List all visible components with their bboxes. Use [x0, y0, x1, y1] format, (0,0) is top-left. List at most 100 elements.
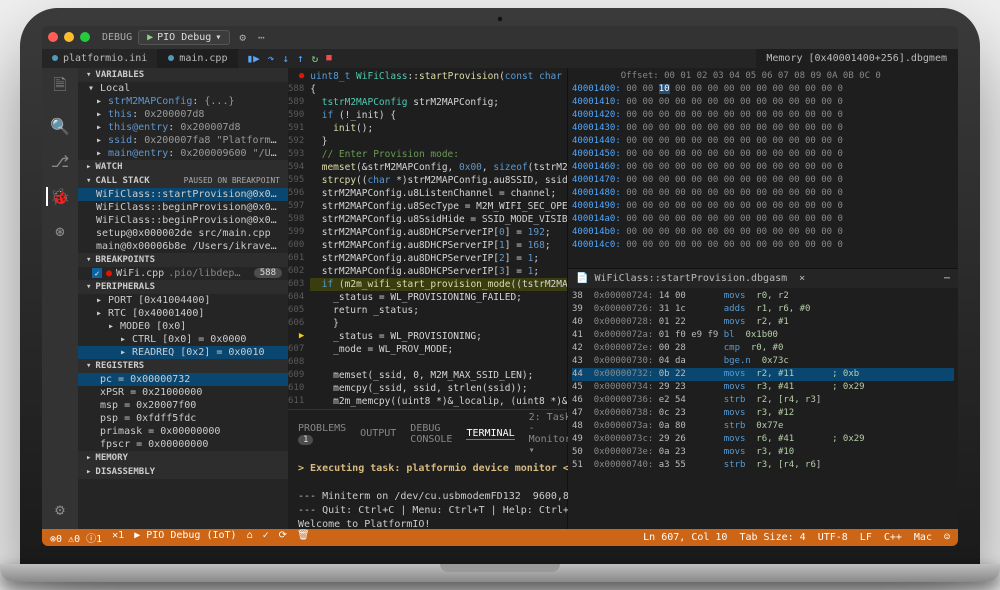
debug-config-dropdown[interactable]: ▶ PIO Debug ▾	[138, 30, 230, 45]
more-icon[interactable]: ⋯	[255, 31, 268, 44]
variable-row[interactable]: ▸ this@entry: 0x200007d8	[78, 121, 288, 134]
settings-icon[interactable]: ⚙	[55, 500, 65, 519]
status-item[interactable]: 🗑	[297, 530, 310, 545]
window-close-dot[interactable]	[48, 32, 58, 42]
peripheral-row[interactable]: ▸ PORT [0x41004400]	[78, 294, 288, 307]
peripheral-row[interactable]: ▸ MODE0 [0x0]	[78, 320, 288, 333]
register-row[interactable]: psp = 0xfdff5fdc	[78, 412, 288, 425]
tab-label: platformio.ini	[63, 53, 147, 64]
editor-tab[interactable]: platformio.ini	[42, 49, 158, 68]
code-editor[interactable]: ● 58858959059159259359459559659759859960…	[288, 68, 567, 409]
callstack-frame[interactable]: WiFiClass::beginProvision@0x000006	[78, 201, 288, 214]
memory-editor-tab[interactable]: Memory [0x40001400+256].dbgmem	[756, 49, 958, 68]
breakpoint-path: .pio/libdeps/WiF…	[168, 268, 246, 279]
stop-icon[interactable]: ■	[326, 53, 331, 63]
debug-label: DEBUG	[102, 32, 132, 43]
editor-tab[interactable]: main.cpp	[158, 49, 238, 68]
status-item[interactable]: ✓	[263, 530, 269, 545]
breakpoint-line-badge: 588	[254, 268, 282, 278]
disassembly-header[interactable]: ▸ DISASSEMBLY	[78, 465, 288, 479]
breakpoint-file: WiFi.cpp	[116, 268, 164, 279]
breakpoint-dot-icon: ●	[106, 268, 112, 279]
breakpoints-header[interactable]: ▾ BREAKPOINTS	[78, 253, 288, 267]
disassembly-view[interactable]: 38 0x00000724: 14 00 movs r0, r239 0x000…	[568, 288, 958, 529]
status-item[interactable]: ☺	[944, 532, 950, 543]
variable-row[interactable]: ▸ main@entry: 0x200009600 "/Users/ikrave…	[78, 147, 288, 160]
checkbox-icon[interactable]: ✓	[92, 268, 102, 278]
status-item[interactable]: LF	[860, 532, 872, 543]
status-item[interactable]: Mac	[914, 532, 932, 543]
register-row[interactable]: xPSR = 0x21000000	[78, 386, 288, 399]
status-item[interactable]: Ln 607, Col 10	[643, 532, 727, 543]
register-row[interactable]: fpscr = 0x00000000	[78, 438, 288, 451]
callstack-frame[interactable]: WiFiClass::startProvision@0x000007	[78, 188, 288, 201]
peripheral-row[interactable]: ▸ RTC [0x40001400]	[78, 307, 288, 320]
debug-config-label: PIO Debug	[157, 32, 211, 43]
peripheral-row[interactable]: ▸ READREQ [0x2] = 0x0010	[78, 346, 288, 359]
step-out-icon[interactable]: ↑	[297, 52, 304, 65]
status-item[interactable]: C++	[884, 532, 902, 543]
bottom-panel: PROBLEMS 1OUTPUTDEBUG CONSOLETERMINAL2: …	[288, 409, 567, 529]
breakpoint-row[interactable]: ✓ ● WiFi.cpp .pio/libdeps/WiF… 588	[78, 267, 288, 280]
callstack-frame[interactable]: WiFiClass::beginProvision@0x000005	[78, 214, 288, 227]
status-bar: ⊗0 ⚠0 ⓘ1 ✕1 ▶ PIO Debug (IoT) ⌂ ✓ ⟳ 🗑 Ln 607, …	[42, 529, 958, 546]
play-icon: ▶	[147, 32, 153, 43]
callstack-header[interactable]: ▾ CALL STACKPAUSED ON BREAKPOINT	[78, 174, 288, 188]
status-item[interactable]: ⊗0 ⚠0 ⓘ1	[50, 530, 102, 545]
gear-icon[interactable]: ⚙	[236, 31, 249, 44]
editor-area: ● 58858959059159259359459559659759859960…	[288, 68, 958, 529]
chevron-down-icon: ▾	[215, 32, 221, 43]
window-min-dot[interactable]	[64, 32, 74, 42]
more-icon[interactable]: ⋯	[944, 273, 950, 284]
pio-icon[interactable]: ⊛	[55, 222, 65, 241]
search-icon[interactable]: 🔍	[50, 117, 70, 136]
memory-tab-label: Memory [0x40001400+256].dbgmem	[766, 53, 947, 64]
status-item[interactable]: UTF-8	[818, 532, 848, 543]
terminal[interactable]: > Executing task: platformio device moni…	[288, 458, 567, 529]
watch-header[interactable]: ▸ WATCH	[78, 160, 288, 174]
files-icon[interactable]: 🗎	[54, 74, 67, 101]
variables-header[interactable]: ▾ VARIABLES	[78, 68, 288, 82]
terminal-dropdown[interactable]: 2: Task - Monitor ▾	[529, 412, 571, 456]
callstack-frame[interactable]: main@0x00006b8e /Users/ikravets…	[78, 240, 288, 253]
peripheral-row[interactable]: ▸ CTRL [0x0] = 0x0000	[78, 333, 288, 346]
file-icon	[52, 55, 58, 61]
step-into-icon[interactable]: ↓	[282, 52, 289, 65]
callstack-frame[interactable]: setup@0x000002de src/main.cpp	[78, 227, 288, 240]
disassembly-tab[interactable]: 📄 WiFiClass::startProvision.dbgasm ×	[576, 273, 805, 284]
status-item[interactable]: ⌂	[247, 530, 253, 545]
step-over-icon[interactable]: ↷	[268, 52, 275, 65]
panel-tab[interactable]: TERMINAL	[466, 428, 514, 440]
status-item[interactable]: ⟳	[279, 530, 287, 545]
debug-controls: ▮▶ ↷ ↓ ↑ ↻ ■	[246, 49, 331, 68]
scm-icon[interactable]: ⎇	[51, 152, 69, 171]
status-item[interactable]: ✕1	[112, 530, 124, 545]
continue-icon[interactable]: ▮▶	[246, 52, 259, 65]
status-item[interactable]: ▶ PIO Debug (IoT)	[134, 530, 236, 545]
register-row[interactable]: primask = 0x00000000	[78, 425, 288, 438]
activity-bar: 🗎 🔍 ⎇ 🐞 ⊛ ⚙	[42, 68, 78, 529]
panel-tab[interactable]: OUTPUT	[360, 428, 396, 439]
local-scope[interactable]: ▾ Local	[78, 82, 288, 95]
window-max-dot[interactable]	[80, 32, 90, 42]
variable-row[interactable]: ▸ strM2MAPConfig: {...}	[78, 95, 288, 108]
debug-sidebar: ▾ VARIABLES ▾ Local ▸ strM2MAPConfig: {.…	[78, 68, 288, 529]
debug-toolbar: DEBUG ▶ PIO Debug ▾ ⚙ ⋯	[42, 26, 958, 49]
variable-row[interactable]: ▸ this: 0x200007d8	[78, 108, 288, 121]
peripherals-header[interactable]: ▾ PERIPHERALS	[78, 280, 288, 294]
file-icon	[168, 55, 174, 61]
panel-tab[interactable]: DEBUG CONSOLE	[410, 423, 452, 445]
disassembly-tab-bar: 📄 WiFiClass::startProvision.dbgasm × ⋯	[568, 268, 958, 288]
memory-header[interactable]: ▸ MEMORY	[78, 451, 288, 465]
memory-hex-view[interactable]: Offset: 00 01 02 03 04 05 06 07 08 09 0A…	[568, 68, 958, 268]
restart-icon[interactable]: ↻	[312, 52, 319, 65]
tab-label: main.cpp	[179, 53, 227, 64]
debug-icon[interactable]: 🐞	[46, 187, 70, 206]
register-row[interactable]: msp = 0x20007f00	[78, 399, 288, 412]
variable-row[interactable]: ▸ ssid: 0x200007fa8 "PlatformIO-31…	[78, 134, 288, 147]
registers-header[interactable]: ▾ REGISTERS	[78, 359, 288, 373]
register-row[interactable]: pc = 0x00000732	[78, 373, 288, 386]
status-item[interactable]: Tab Size: 4	[739, 532, 805, 543]
editor-tabs: platformio.ini main.cpp ▮▶ ↷ ↓ ↑ ↻ ■ Memo…	[42, 49, 958, 68]
panel-tab[interactable]: PROBLEMS 1	[298, 423, 346, 445]
